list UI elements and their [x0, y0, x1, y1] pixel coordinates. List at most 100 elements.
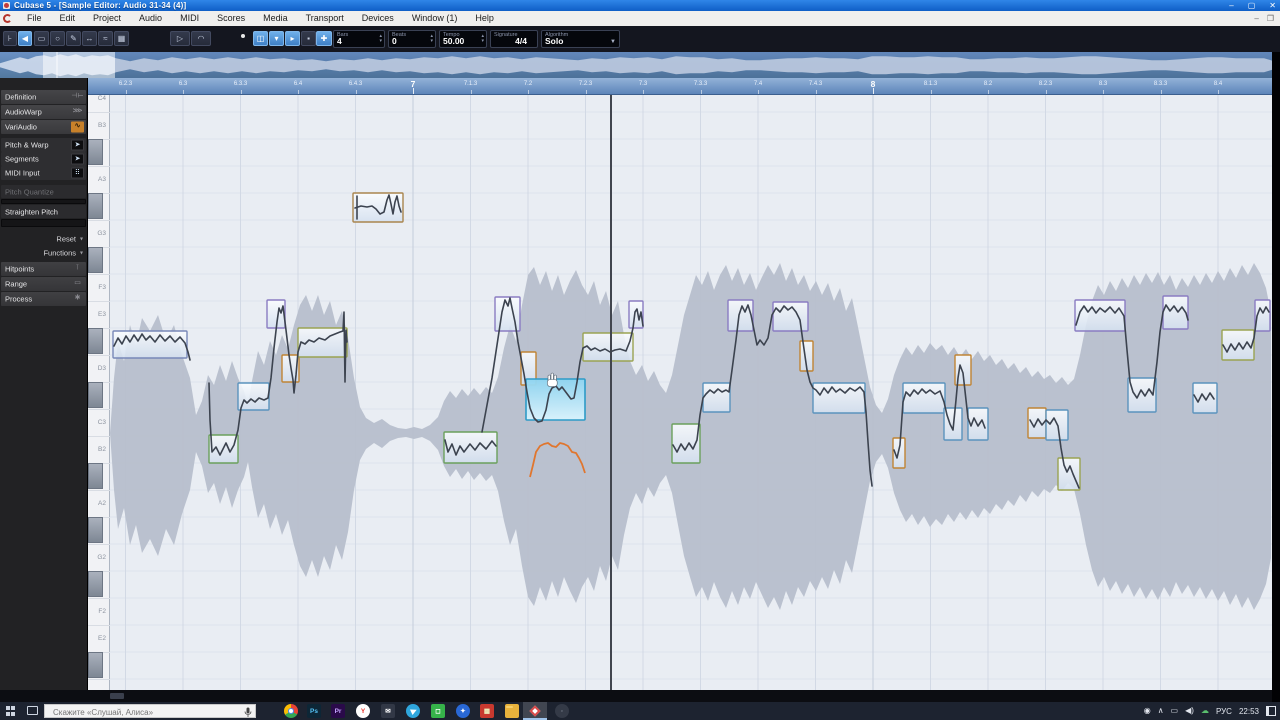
- range-icon[interactable]: ▭: [71, 279, 84, 290]
- spinner-control[interactable]: ▴ ▾: [379, 34, 382, 44]
- black-key[interactable]: [88, 193, 103, 219]
- field-beats[interactable]: Beats 0 ▴ ▾: [388, 30, 436, 48]
- inspector-midi-input[interactable]: MIDI Input ⠿: [1, 166, 86, 180]
- acoustic-feedback-icon[interactable]: ◀: [18, 31, 32, 46]
- maximize-button[interactable]: ▢: [1248, 0, 1256, 11]
- black-key[interactable]: [88, 652, 103, 678]
- black-key[interactable]: [88, 382, 103, 408]
- volume-icon[interactable]: ◀): [1185, 702, 1194, 720]
- taskbar-app-premiere[interactable]: Pr: [326, 702, 350, 720]
- taskbar-app-cubase[interactable]: [523, 702, 547, 720]
- menu-item-help[interactable]: Help: [466, 11, 503, 26]
- black-key[interactable]: [88, 517, 103, 543]
- field-tempo[interactable]: Tempo 50.00 ▴ ▾: [439, 30, 487, 48]
- cursor-arrow-icon[interactable]: ➤: [71, 139, 84, 151]
- variaudio-segment[interactable]: [812, 382, 866, 414]
- midi-plug-icon[interactable]: ⠿: [71, 167, 84, 179]
- zoom-tool-icon[interactable]: ○: [50, 31, 65, 46]
- draw-tool-icon[interactable]: ✎: [66, 31, 81, 46]
- child-minimize-button[interactable]: –: [1254, 11, 1258, 26]
- variaudio-segment[interactable]: [582, 332, 634, 362]
- taskbar-search[interactable]: [44, 704, 256, 719]
- inspector-reset[interactable]: Reset ▾: [1, 232, 86, 245]
- variaudio-segment[interactable]: [112, 330, 188, 359]
- clock[interactable]: 22:53: [1239, 707, 1259, 716]
- taskbar-app-browser-compass[interactable]: ✦: [451, 702, 475, 720]
- hitpoints-icon[interactable]: ⊺: [71, 264, 84, 275]
- inspector-segments[interactable]: Segments ➤: [1, 152, 86, 166]
- field-value[interactable]: 0: [392, 36, 397, 46]
- definition-icon[interactable]: ⊣⊢: [71, 92, 84, 103]
- inspector-functions[interactable]: Functions ▾: [1, 246, 86, 259]
- inspector-pitch-quantize[interactable]: Pitch Quantize: [1, 185, 86, 198]
- solo-editor-icon[interactable]: ⊦: [3, 31, 17, 46]
- inspector-pitch-warp[interactable]: Pitch & Warp ➤: [1, 138, 86, 152]
- field-value[interactable]: 4/4: [515, 36, 527, 46]
- snap-icon[interactable]: ▾: [269, 31, 284, 46]
- inspector-definition[interactable]: Definition ⊣⊢: [1, 90, 86, 104]
- inspector-process[interactable]: Process ✱: [1, 292, 86, 306]
- variaudio-segment[interactable]: [1057, 457, 1081, 491]
- taskbar-app-app-green[interactable]: ◻: [426, 702, 450, 720]
- warp-tool-icon[interactable]: ≈: [98, 31, 113, 46]
- variaudio-segment[interactable]: [902, 382, 946, 414]
- cloud-icon[interactable]: ☁: [1201, 702, 1209, 720]
- inspector-straighten-pitch[interactable]: Straighten Pitch: [1, 205, 86, 218]
- audiowarp-icon[interactable]: ⋙: [71, 107, 84, 118]
- menu-item-edit[interactable]: Edit: [51, 11, 85, 26]
- timeline-ruler[interactable]: 6.2.3 6.3 6.3.3 6.4 6.4.3 7 7.1.3 7.2 7.2.3 7.3 7.…: [88, 78, 1272, 95]
- dropdown-caret-icon[interactable]: ▼: [610, 39, 616, 45]
- snap-type-icon[interactable]: ▸: [285, 31, 300, 46]
- menu-item-window-1-[interactable]: Window (1): [403, 11, 467, 26]
- horizontal-scrollbar-thumb[interactable]: [110, 693, 124, 699]
- trim-tool-icon[interactable]: ↔: [82, 31, 97, 46]
- search-input[interactable]: [51, 705, 235, 719]
- close-button[interactable]: ✕: [1269, 0, 1276, 11]
- variaudio-segment[interactable]: [443, 431, 498, 464]
- piano-keyboard[interactable]: C4 B3 A3 G3 F3 E3 D3 C3 B2 A2 G2 F2 E2: [88, 95, 110, 690]
- field-signature[interactable]: Signature 4/4: [490, 30, 538, 48]
- taskbar-app-mail[interactable]: ✉: [376, 702, 400, 720]
- variaudio-segment[interactable]: [1162, 295, 1189, 330]
- cursor-arrow-icon[interactable]: ➤: [71, 153, 84, 165]
- variaudio-segment[interactable]: [727, 299, 754, 332]
- language-indicator[interactable]: РУС: [1216, 707, 1232, 716]
- inspector-hitpoints[interactable]: Hitpoints ⊺: [1, 262, 86, 276]
- variaudio-icon[interactable]: ∿: [71, 121, 84, 133]
- loop-icon[interactable]: ◠: [191, 31, 211, 46]
- minimize-button[interactable]: –: [1229, 0, 1233, 11]
- variaudio-segment[interactable]: [772, 301, 809, 332]
- inspector-audiowarp[interactable]: AudioWarp ⋙: [1, 105, 86, 119]
- variaudio-segment[interactable]: [1127, 377, 1157, 413]
- field-value[interactable]: 50.00: [443, 36, 464, 46]
- field-bars[interactable]: Bars 4 ▴ ▾: [333, 30, 385, 48]
- menu-item-devices[interactable]: Devices: [353, 11, 403, 26]
- task-view-button[interactable]: [27, 706, 38, 715]
- zero-crossing-icon[interactable]: ▪: [301, 31, 316, 46]
- variaudio-segment[interactable]: [702, 382, 731, 413]
- black-key[interactable]: [88, 571, 103, 597]
- menu-item-transport[interactable]: Transport: [297, 11, 353, 26]
- network-icon[interactable]: ▭: [1171, 702, 1179, 720]
- field-value[interactable]: 4: [337, 36, 342, 46]
- spinner-control[interactable]: ▴ ▾: [481, 34, 484, 44]
- field-value[interactable]: Solo: [545, 36, 563, 46]
- variaudio-segment[interactable]: [352, 192, 404, 223]
- menu-item-audio[interactable]: Audio: [130, 11, 171, 26]
- taskbar-app-file-explorer[interactable]: [500, 702, 524, 720]
- chevron-up-icon[interactable]: ∧: [1158, 702, 1164, 720]
- child-restore-button[interactable]: ❐: [1267, 11, 1274, 26]
- show-audio-event-icon[interactable]: ◫: [253, 31, 268, 46]
- menu-item-media[interactable]: Media: [254, 11, 297, 26]
- process-icon[interactable]: ✱: [71, 294, 84, 305]
- taskbar-app-telegram[interactable]: [401, 702, 425, 720]
- black-key[interactable]: [88, 328, 103, 354]
- taskbar-app-yandex-browser[interactable]: Y: [351, 702, 375, 720]
- black-key[interactable]: [88, 247, 103, 273]
- menu-item-midi[interactable]: MIDI: [171, 11, 208, 26]
- start-button[interactable]: [6, 706, 16, 716]
- overview-visible-region[interactable]: [43, 52, 115, 78]
- variaudio-segment[interactable]: [1074, 299, 1126, 332]
- menu-item-file[interactable]: File: [18, 11, 51, 26]
- black-key[interactable]: [88, 139, 103, 165]
